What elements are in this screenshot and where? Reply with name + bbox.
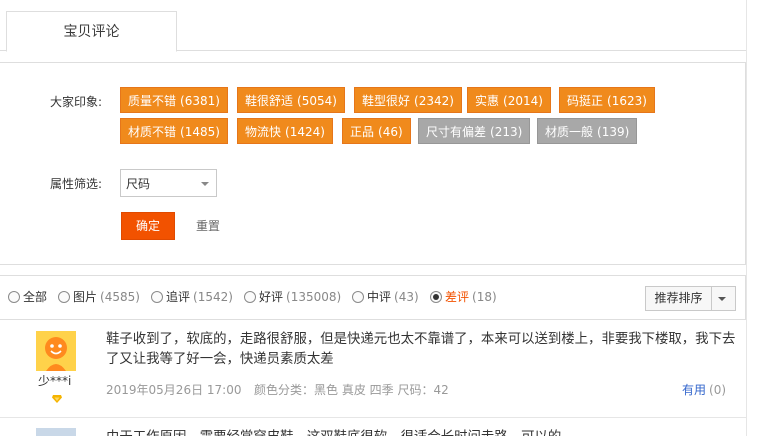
useful-button[interactable]: 有用 (0) [682, 381, 726, 398]
filter-option-label: 图片 [73, 290, 98, 304]
filter-option-positive[interactable]: 好评 (135008) [244, 289, 341, 305]
filter-option-count: (135008) [286, 290, 342, 304]
tag-count: (1424) [285, 125, 325, 139]
review-divider [0, 417, 746, 418]
reset-button[interactable]: 重置 [196, 212, 220, 240]
impression-tag[interactable]: 物流快 (1424) [237, 118, 333, 144]
impression-tag[interactable]: 实惠 (2014) [467, 87, 551, 113]
tag-text: 鞋型很好 [362, 94, 411, 108]
impression-tag-negative[interactable]: 尺寸有偏差 (213) [418, 118, 531, 144]
filter-option-negative[interactable]: 差评 (18) [430, 289, 497, 305]
impression-tag[interactable]: 码挺正 (1623) [559, 87, 655, 113]
review-date: 2019年05月26日 17:00 [106, 383, 242, 397]
tag-count: (46) [378, 125, 403, 139]
radio-checked-icon[interactable] [430, 291, 442, 303]
tag-text: 码挺正 [567, 94, 604, 108]
tab-bar: 宝贝评论 [0, 0, 746, 52]
tag-text: 正品 [350, 125, 375, 139]
review-text: 由于工作原因，需要经常穿皮鞋，这双鞋底很软，很适合长时间走路，可以的 [106, 428, 742, 436]
review-text: 鞋子收到了，软底的，走路很舒服，但是快递元也太不靠谱了，本来可以送到楼上，非要我… [106, 332, 736, 367]
chevron-down-icon [201, 182, 209, 186]
tag-count: (5054) [297, 94, 337, 108]
tag-text: 质量不错 [128, 94, 177, 108]
sort-label: 推荐排序 [646, 287, 712, 310]
filter-option-images[interactable]: 图片 (4585) [58, 289, 140, 305]
impression-tag[interactable]: 质量不错 (6381) [120, 87, 228, 113]
tag-count: (139) [597, 125, 630, 139]
attribute-filter-label: 属性筛选: [50, 177, 103, 191]
radio-icon[interactable] [151, 291, 163, 303]
impressions-label: 大家印象: [50, 95, 103, 109]
attribute-select[interactable]: 尺码 [120, 169, 217, 197]
impression-tag[interactable]: 鞋很舒适 (5054) [237, 87, 345, 113]
tag-text: 材质不错 [128, 125, 177, 139]
radio-icon[interactable] [8, 291, 20, 303]
filter-option-label: 好评 [259, 290, 284, 304]
filter-option-label: 差评 [445, 290, 470, 304]
review-sku: 颜色分类：黑色 真皮 四季 尺码：42 [254, 383, 449, 397]
tag-count: (6381) [180, 94, 220, 108]
tag-count: (1623) [607, 94, 647, 108]
avatar[interactable] [36, 331, 76, 371]
avatar[interactable] [36, 428, 76, 436]
tag-count: (213) [490, 125, 523, 139]
tag-text: 材质一般 [545, 125, 594, 139]
tag-count: (1485) [180, 125, 220, 139]
filter-option-neutral[interactable]: 中评 (43) [352, 289, 419, 305]
filter-option-followup[interactable]: 追评 (1542) [151, 289, 233, 305]
tag-text: 尺寸有偏差 [426, 125, 487, 139]
filter-option-count: (1542) [193, 290, 233, 304]
filter-option-label: 全部 [23, 290, 48, 304]
radio-icon[interactable] [352, 291, 364, 303]
tag-text: 物流快 [245, 125, 282, 139]
review-text-partial: 由于工作原因，需要经常穿皮鞋，这双鞋底很软，很适合长时间走路，可以的 [106, 428, 742, 436]
tab-reviews[interactable]: 宝贝评论 [6, 11, 177, 52]
radio-icon[interactable] [244, 291, 256, 303]
tag-text: 鞋很舒适 [245, 94, 294, 108]
tag-text: 实惠 [475, 94, 500, 108]
impression-tag-negative[interactable]: 材质一般 (139) [537, 118, 638, 144]
right-border [746, 0, 747, 436]
useful-count: (0) [709, 383, 727, 397]
filter-option-count: (4585) [100, 290, 140, 304]
impression-tag[interactable]: 材质不错 (1485) [120, 118, 228, 144]
filter-option-count: (43) [394, 290, 419, 304]
username: 少***i [38, 374, 72, 388]
attribute-select-value: 尺码 [126, 177, 151, 191]
sort-dropdown[interactable]: 推荐排序 [645, 286, 736, 311]
mascot-avatar-icon [36, 331, 76, 371]
filter-option-count: (18) [472, 290, 497, 304]
tag-count: (2342) [414, 94, 454, 108]
chevron-down-icon[interactable] [718, 297, 726, 301]
confirm-button[interactable]: 确定 [121, 212, 175, 240]
radio-icon[interactable] [58, 291, 70, 303]
impression-tag[interactable]: 正品 (46) [342, 118, 411, 144]
filter-option-label: 中评 [367, 290, 392, 304]
impression-tag[interactable]: 鞋型很好 (2342) [354, 87, 462, 113]
vip-diamond-icon [52, 395, 62, 403]
useful-label: 有用 [682, 383, 707, 397]
filter-option-all[interactable]: 全部 [8, 289, 47, 305]
filter-option-label: 追评 [166, 290, 191, 304]
tag-count: (2014) [503, 94, 543, 108]
